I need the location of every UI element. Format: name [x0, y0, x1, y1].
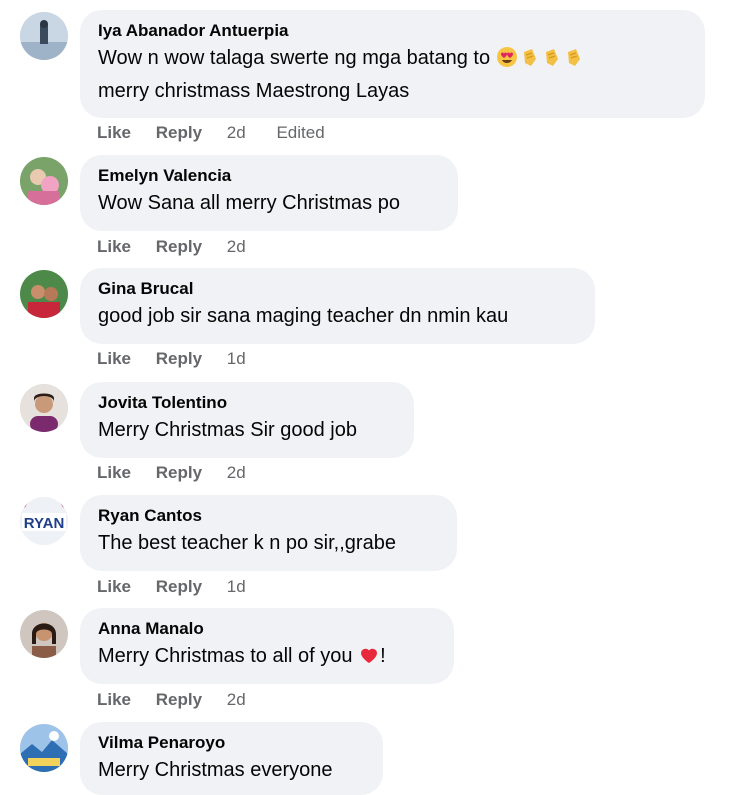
- comment-bubble: Jovita Tolentino Merry Christmas Sir goo…: [80, 382, 414, 458]
- reply-button[interactable]: Reply: [156, 237, 202, 257]
- comment-text: Wow Sana all merry Christmas po: [98, 192, 400, 214]
- comment-author[interactable]: Iya Abanador Antuerpia: [98, 20, 687, 42]
- red-heart-emoji: [358, 644, 380, 666]
- comment-text: Merry Christmas Sir good job: [98, 419, 357, 441]
- reply-button[interactable]: Reply: [156, 463, 202, 483]
- comment-bubble: Ryan Cantos The best teacher k n po sir,…: [80, 495, 457, 571]
- like-button[interactable]: Like: [97, 123, 131, 143]
- comment-actions: Like Reply 2d: [97, 690, 272, 710]
- comment-timestamp[interactable]: 2d: [227, 690, 246, 710]
- comment-actions: Like Reply 2d Edited: [97, 123, 325, 143]
- comment-timestamp[interactable]: 2d: [227, 237, 246, 257]
- avatar-image: [20, 12, 68, 60]
- reply-button[interactable]: Reply: [156, 690, 202, 710]
- reply-button[interactable]: Reply: [156, 577, 202, 597]
- comment-timestamp[interactable]: 2d: [227, 463, 246, 483]
- comment-text: Wow n wow talaga swerte ng mga batang to: [98, 42, 687, 75]
- comment-author[interactable]: Gina Brucal: [98, 278, 577, 300]
- avatar-image: [20, 724, 68, 772]
- comment-actions: Like Reply 1d: [97, 349, 272, 369]
- avatar[interactable]: RYAN: [20, 497, 68, 545]
- like-button[interactable]: Like: [97, 577, 131, 597]
- avatar-image: [20, 610, 68, 658]
- avatar[interactable]: [20, 384, 68, 432]
- like-button[interactable]: Like: [97, 463, 131, 483]
- comment-text-line-2: merry christmass Maestrong Layas: [98, 80, 410, 102]
- avatar[interactable]: [20, 610, 68, 658]
- comment-author[interactable]: Anna Manalo: [98, 618, 436, 640]
- comment-bubble: Iya Abanador Antuerpia Wow n wow talaga …: [80, 10, 705, 118]
- avatar-image: [20, 270, 68, 318]
- avatar-text: RYAN: [24, 515, 65, 532]
- comment-text: Merry Christmas to all of you !: [98, 644, 386, 667]
- comment-timestamp[interactable]: 1d: [227, 577, 246, 597]
- avatar-image: [20, 384, 68, 432]
- comment-author[interactable]: Jovita Tolentino: [98, 392, 396, 414]
- clapping-hands-emoji: [540, 46, 562, 68]
- comment-text: The best teacher k n po sir,,grabe: [98, 532, 396, 554]
- comment-actions: Like Reply 2d: [97, 463, 272, 483]
- comment-bubble: Anna Manalo Merry Christmas to all of yo…: [80, 608, 454, 684]
- like-button[interactable]: Like: [97, 690, 131, 710]
- avatar-image: [20, 157, 68, 205]
- comment-bubble: Gina Brucal good job sir sana maging tea…: [80, 268, 595, 344]
- avatar[interactable]: [20, 157, 68, 205]
- like-button[interactable]: Like: [97, 349, 131, 369]
- comment-timestamp[interactable]: 2d: [227, 123, 246, 143]
- avatar[interactable]: [20, 270, 68, 318]
- clapping-hands-emoji: [562, 46, 584, 68]
- heart-eyes-emoji: [496, 46, 518, 68]
- comment-actions: Like Reply 2d: [97, 237, 272, 257]
- comment-author[interactable]: Emelyn Valencia: [98, 165, 440, 187]
- comment-author[interactable]: Ryan Cantos: [98, 505, 439, 527]
- reply-button[interactable]: Reply: [156, 349, 202, 369]
- avatar[interactable]: [20, 12, 68, 60]
- clapping-hands-emoji: [518, 46, 540, 68]
- comment-timestamp[interactable]: 1d: [227, 349, 246, 369]
- avatar[interactable]: [20, 724, 68, 772]
- reply-button[interactable]: Reply: [156, 123, 202, 143]
- comment-actions: Like Reply 1d: [97, 577, 272, 597]
- edited-label: Edited: [276, 123, 325, 142]
- avatar-image: RYAN: [20, 497, 68, 545]
- like-button[interactable]: Like: [97, 237, 131, 257]
- comment-text: Merry Christmas everyone: [98, 759, 333, 781]
- comment-text: good job sir sana maging teacher dn nmin…: [98, 305, 509, 327]
- comment-bubble: Emelyn Valencia Wow Sana all merry Chris…: [80, 155, 458, 231]
- comment-bubble: Vilma Penaroyo Merry Christmas everyone: [80, 722, 383, 795]
- comment-author[interactable]: Vilma Penaroyo: [98, 732, 365, 754]
